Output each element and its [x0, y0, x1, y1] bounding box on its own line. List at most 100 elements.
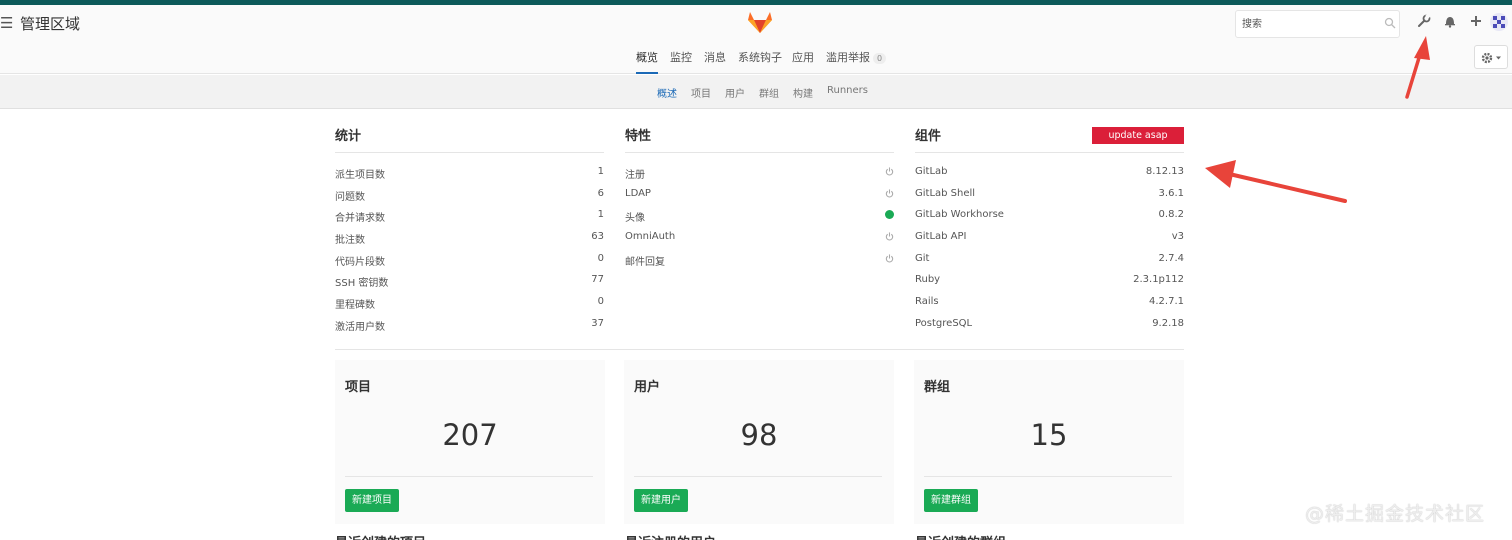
stat-row: 里程碑数 0	[335, 289, 604, 311]
features-panel: 特性 注册 LDAP 头像 OmniAuth 邮件回复	[625, 120, 894, 268]
stat-row: 批注数 63	[335, 224, 604, 246]
recent-users-heading: 最近注册的用户	[625, 532, 716, 540]
power-off-icon	[885, 232, 894, 241]
feature-label: 头像	[625, 213, 645, 225]
projects-card: 项目 207 新建项目	[335, 360, 605, 524]
new-user-button[interactable]: 新建用户	[634, 489, 688, 512]
card-divider	[345, 476, 593, 477]
stat-row: 合并请求数 1	[335, 202, 604, 224]
stat-label: 合并请求数	[335, 213, 385, 225]
power-off-icon	[885, 167, 894, 176]
subnav-builds[interactable]: 构建	[793, 85, 813, 100]
component-label: Git	[915, 252, 930, 264]
bell-icon[interactable]	[1443, 14, 1457, 28]
update-asap-badge[interactable]: update asap	[1092, 127, 1184, 144]
search-input[interactable]	[1235, 10, 1400, 38]
card-divider	[924, 476, 1172, 477]
component-version: 9.2.18	[1152, 317, 1184, 329]
tab-system-hooks[interactable]: 系统钩子	[738, 49, 782, 74]
subnav-groups[interactable]: 群组	[759, 85, 779, 100]
annotation-arrow-components	[1205, 160, 1347, 203]
stat-label: SSH 密钥数	[335, 278, 389, 290]
stat-label: 派生项目数	[335, 170, 385, 181]
component-row: Rails 4.2.7.1	[915, 289, 1184, 311]
component-label: GitLab Workhorse	[915, 209, 1004, 221]
component-row: Git 2.7.4	[915, 246, 1184, 268]
power-off-icon	[885, 254, 894, 263]
features-title: 特性	[625, 120, 894, 153]
users-card-title: 用户	[634, 380, 661, 395]
stat-value: 77	[591, 274, 604, 286]
card-divider	[634, 476, 882, 477]
groups-card: 群组 15 新建群组	[914, 360, 1184, 524]
subnav-projects[interactable]: 项目	[691, 85, 711, 100]
component-row: GitLab Shell 3.6.1	[915, 181, 1184, 203]
tab-abuse-reports[interactable]: 滥用举报 0	[826, 49, 887, 74]
stat-row: 代码片段数 0	[335, 246, 604, 268]
power-off-icon	[885, 189, 894, 198]
gear-icon	[1481, 52, 1501, 64]
feature-label: OmniAuth	[625, 231, 676, 243]
projects-count: 207	[442, 418, 498, 452]
tab-overview[interactable]: 概览	[636, 49, 658, 74]
component-label: GitLab	[915, 166, 948, 177]
stat-value: 0	[597, 296, 604, 308]
component-label: Rails	[915, 296, 939, 308]
stat-value: 37	[591, 317, 604, 329]
feature-label: 注册	[625, 170, 645, 181]
subnav-overview[interactable]: 概述	[657, 85, 677, 100]
watermark: @稀土掘金技术社区	[1305, 503, 1486, 525]
component-row: GitLab API v3	[915, 224, 1184, 246]
tab-monitoring[interactable]: 监控	[670, 49, 692, 74]
stat-value: 1	[597, 166, 604, 177]
projects-card-title: 项目	[345, 380, 372, 395]
gitlab-logo[interactable]	[747, 10, 773, 34]
stat-value: 63	[591, 231, 604, 243]
stats-title: 统计	[335, 120, 604, 153]
stats-panel: 统计 派生项目数 1 问题数 6 合并请求数 1 批注数 63 代码片段数 0 SSH 密…	[335, 120, 604, 333]
top-header: ☰ 管理区域	[0, 5, 1512, 45]
stat-value: 0	[597, 252, 604, 264]
users-count: 98	[740, 418, 778, 452]
abuse-count-badge: 0	[873, 53, 887, 64]
tab-messages[interactable]: 消息	[704, 49, 726, 74]
component-version: 3.6.1	[1158, 187, 1184, 199]
feature-row: 头像	[625, 202, 894, 224]
stat-label: 激活用户数	[335, 321, 385, 333]
feature-row: OmniAuth	[625, 224, 894, 246]
stat-row: SSH 密钥数 77	[335, 267, 604, 289]
feature-row: 邮件回复	[625, 246, 894, 268]
hamburger-icon[interactable]: ☰	[0, 14, 13, 32]
tab-abuse-reports-label: 滥用举报	[826, 51, 870, 64]
plus-icon[interactable]	[1469, 14, 1483, 28]
stat-row: 激活用户数 37	[335, 311, 604, 333]
component-version: v3	[1171, 231, 1184, 243]
feature-row: LDAP	[625, 181, 894, 203]
enabled-status-icon	[885, 210, 894, 220]
component-version: 0.8.2	[1158, 209, 1184, 221]
feature-row: 注册	[625, 159, 894, 181]
subnav-users[interactable]: 用户	[725, 85, 745, 100]
main-tabs: 概览 监控 消息 系统钩子 应用 滥用举报 0	[0, 45, 1512, 74]
component-label: Ruby	[915, 274, 941, 286]
new-project-button[interactable]: 新建项目	[345, 489, 399, 512]
new-group-button[interactable]: 新建群组	[924, 489, 978, 512]
component-row: GitLab 8.12.13	[915, 159, 1184, 181]
page-title: 管理区域	[20, 15, 81, 33]
component-label: PostgreSQL	[915, 317, 973, 329]
wrench-icon[interactable]	[1417, 14, 1431, 28]
component-label: GitLab Shell	[915, 187, 976, 199]
groups-card-title: 群组	[924, 380, 951, 395]
component-version: 2.7.4	[1158, 252, 1184, 264]
settings-dropdown-button[interactable]	[1474, 45, 1508, 69]
avatar[interactable]	[1490, 13, 1508, 31]
users-card: 用户 98 新建用户	[624, 360, 894, 524]
recent-groups-heading: 最近创建的群组	[915, 532, 1006, 540]
tab-applications[interactable]: 应用	[792, 49, 814, 74]
stat-value: 1	[597, 209, 604, 221]
component-row: GitLab Workhorse 0.8.2	[915, 202, 1184, 224]
stat-value: 6	[597, 187, 604, 199]
sub-navigation: 概述 项目 用户 群组 构建 Runners	[0, 75, 1512, 109]
subnav-runners[interactable]: Runners	[827, 85, 868, 96]
stat-row: 派生项目数 1	[335, 159, 604, 181]
